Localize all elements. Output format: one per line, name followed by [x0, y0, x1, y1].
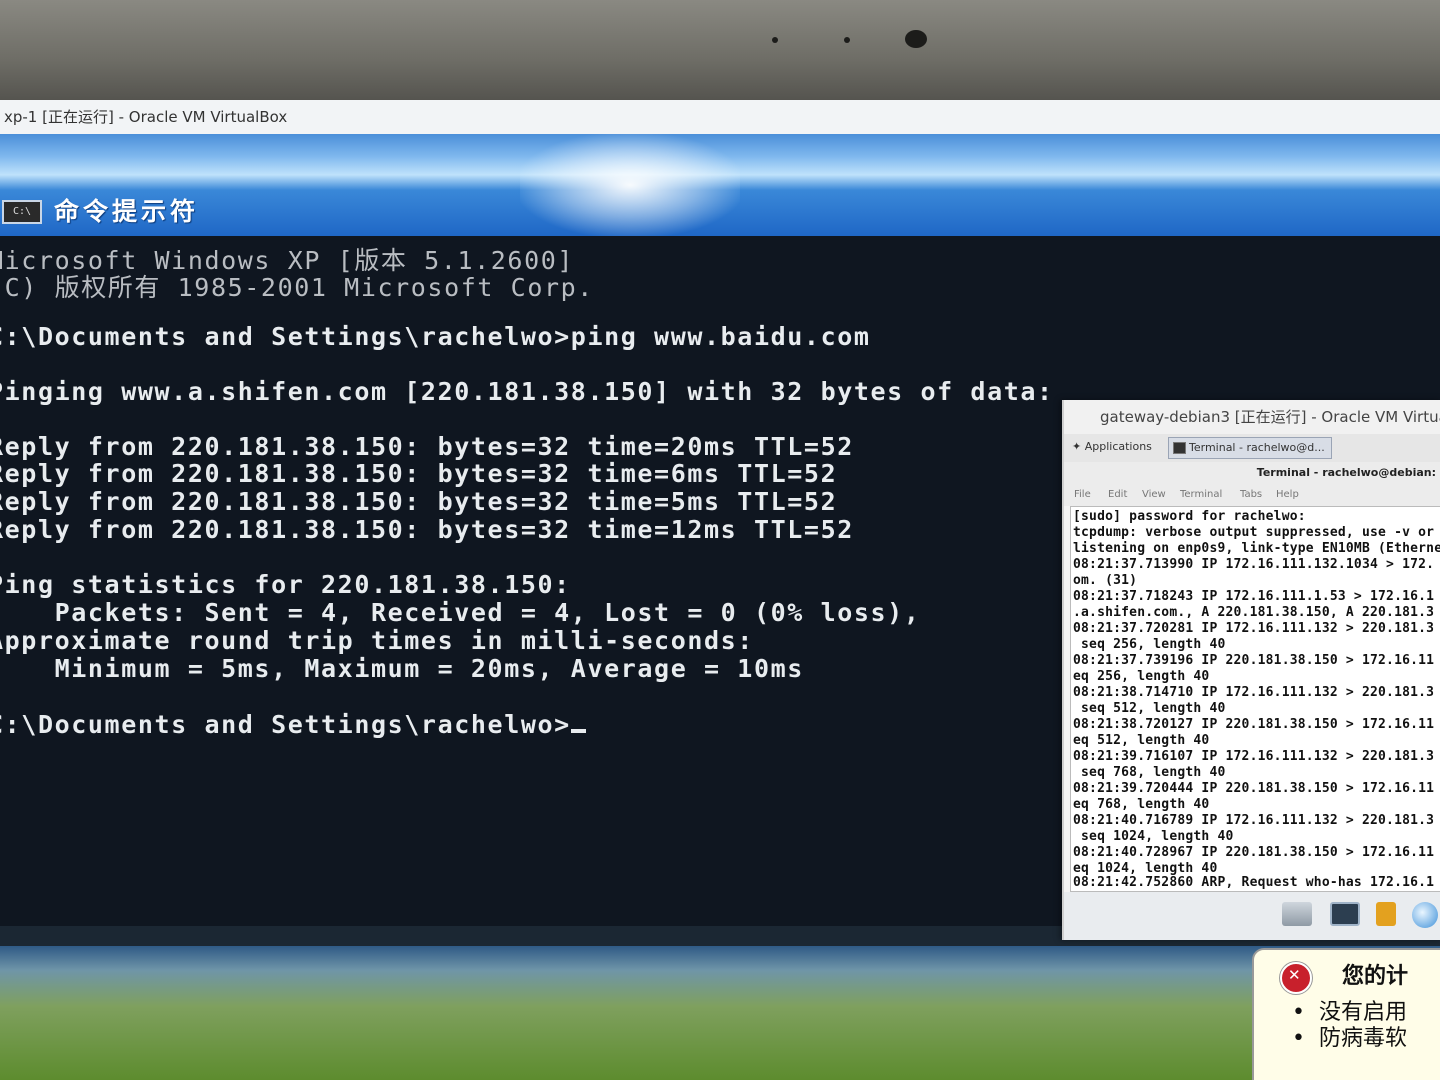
console-line: Reply from 220.181.38.150: bytes=32 time…: [0, 487, 838, 516]
usb-icon[interactable]: [1376, 902, 1396, 926]
terminal-line: 08:21:37.739196 IP 220.181.38.150 > 172.…: [1073, 653, 1435, 668]
terminal-line: eq 512, length 40: [1073, 733, 1210, 748]
console-line: Reply from 220.181.38.150: bytes=32 time…: [0, 515, 854, 544]
terminal-line: 08:21:39.720444 IP 220.181.38.150 > 172.…: [1073, 781, 1435, 796]
terminal-line: seq 256, length 40: [1073, 637, 1226, 652]
cmd-window-icon[interactable]: C:\: [2, 200, 42, 224]
console-line: C:\Documents and Settings\rachelwo>ping …: [0, 322, 871, 351]
monitor-screen: xp-1 [正在运行] - Oracle VM VirtualBox C:\ 命…: [0, 100, 1440, 1080]
terminal-line: 08:21:40.716789 IP 172.16.111.132 > 220.…: [1073, 813, 1435, 828]
webcam-lens: [905, 30, 927, 48]
xfce-panel: ✦ Applications Terminal - rachelwo@d...: [1064, 434, 1440, 463]
terminal-line: 08:21:37.713990 IP 172.16.111.132.1034 >…: [1073, 557, 1435, 572]
webcam-dot: [844, 37, 850, 43]
security-center-balloon[interactable]: 您的计 • 没有启用 • 防病毒软: [1252, 948, 1440, 1080]
terminal-line: seq 768, length 40: [1073, 765, 1226, 780]
console-prompt[interactable]: C:\Documents and Settings\rachelwo>: [0, 710, 586, 739]
console-line: Minimum = 5ms, Maximum = 20ms, Average =…: [0, 654, 804, 683]
vbox-window-title[interactable]: xp-1 [正在运行] - Oracle VM VirtualBox: [0, 100, 1440, 134]
balloon-item: • 防病毒软: [1292, 1026, 1407, 1051]
terminal-line: [sudo] password for rachelwo:: [1073, 509, 1306, 524]
terminal-line: 08:21:40.728967 IP 220.181.38.150 > 172.…: [1073, 845, 1435, 860]
vbox-status-bar: [1064, 892, 1440, 940]
network-globe-icon[interactable]: [1412, 902, 1438, 928]
taskbar-terminal-label: Terminal - rachelwo@d...: [1189, 441, 1325, 454]
terminal-line: tcpdump: verbose output suppressed, use …: [1073, 525, 1435, 540]
terminal-line: seq 1024, length 40: [1073, 829, 1234, 844]
terminal-line: listening on enp0s9, link-type EN10MB (E…: [1073, 541, 1440, 556]
taskbar-terminal-button[interactable]: Terminal - rachelwo@d...: [1168, 437, 1332, 459]
console-line: Packets: Sent = 4, Received = 4, Lost = …: [0, 598, 921, 627]
terminal-line: 08:21:42.752860 ARP, Request who-has 172…: [1073, 875, 1435, 890]
terminal-line: 08:21:38.714710 IP 172.16.111.132 > 220.…: [1073, 685, 1435, 700]
terminal-line: eq 768, length 40: [1073, 797, 1210, 812]
terminal-line: 08:21:39.716107 IP 172.16.111.132 > 220.…: [1073, 749, 1435, 764]
terminal-menubar: File Edit View Terminal Tabs Help: [1064, 484, 1440, 506]
cmd-window-titlebar[interactable]: C:\ 命令提示符: [0, 134, 1440, 236]
terminal-line: om. (31): [1073, 573, 1138, 588]
terminal-line: .a.shifen.com., A 220.181.38.150, A 220.…: [1073, 605, 1435, 620]
console-line: Ping statistics for 220.181.38.150:: [0, 570, 571, 599]
menu-terminal[interactable]: Terminal: [1180, 484, 1222, 506]
menu-edit[interactable]: Edit: [1108, 484, 1127, 506]
console-line: Approximate round trip times in milli-se…: [0, 626, 754, 655]
terminal-output[interactable]: [sudo] password for rachelwo: tcpdump: v…: [1070, 506, 1440, 892]
balloon-item-text: 防病毒软: [1318, 1026, 1407, 1051]
menu-help[interactable]: Help: [1276, 484, 1299, 506]
menu-tabs[interactable]: Tabs: [1240, 484, 1262, 506]
console-line: Reply from 220.181.38.150: bytes=32 time…: [0, 459, 838, 488]
text-cursor: [570, 729, 586, 733]
terminal-line: eq 256, length 40: [1073, 669, 1210, 684]
terminal-line: 08:21:37.718243 IP 172.16.111.1.53 > 172…: [1073, 589, 1435, 604]
webcam-dot: [772, 37, 778, 43]
monitor-bezel: [0, 0, 1440, 100]
screen-glare: [520, 134, 740, 236]
applications-menu[interactable]: ✦ Applications: [1072, 440, 1152, 453]
menu-file[interactable]: File: [1074, 484, 1091, 506]
terminal-line: eq 1024, length 40: [1073, 861, 1218, 876]
terminal-line: seq 512, length 40: [1073, 701, 1226, 716]
terminal-icon: [1173, 442, 1186, 454]
terminal-line: 08:21:37.720281 IP 172.16.111.132 > 220.…: [1073, 621, 1435, 636]
applications-icon: ✦: [1072, 440, 1085, 453]
console-line: Pinging www.a.shifen.com [220.181.38.150…: [0, 377, 1054, 406]
applications-label: Applications: [1084, 440, 1152, 453]
hard-disk-icon[interactable]: [1282, 902, 1312, 926]
security-shield-icon: [1280, 962, 1312, 994]
xp-desktop-wallpaper: [0, 946, 1440, 1080]
console-line: Reply from 220.181.38.150: bytes=32 time…: [0, 432, 854, 461]
prompt-text: C:\Documents and Settings\rachelwo>: [0, 710, 571, 739]
terminal-window-title[interactable]: Terminal - rachelwo@debian:: [1064, 462, 1440, 484]
balloon-title: 您的计: [1342, 964, 1409, 989]
display-icon[interactable]: [1330, 902, 1360, 926]
cmd-window-title: 命令提示符: [54, 197, 200, 226]
menu-view[interactable]: View: [1142, 484, 1166, 506]
console-line: (C) 版权所有 1985-2001 Microsoft Corp.: [0, 273, 594, 302]
debian-window-title[interactable]: gateway-debian3 [正在运行] - Oracle VM Virtu…: [1064, 400, 1440, 434]
terminal-line: 08:21:38.720127 IP 220.181.38.150 > 172.…: [1073, 717, 1435, 732]
debian-vm-window[interactable]: gateway-debian3 [正在运行] - Oracle VM Virtu…: [1062, 400, 1440, 940]
